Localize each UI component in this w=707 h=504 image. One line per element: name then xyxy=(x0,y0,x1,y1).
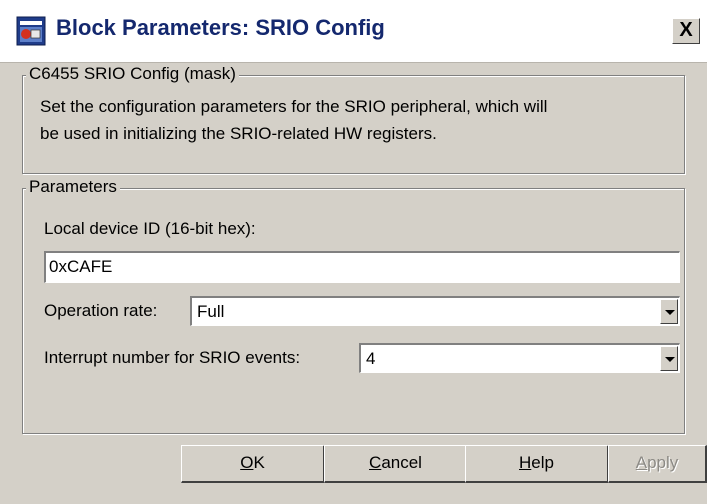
device-id-field[interactable]: 0xCAFE xyxy=(44,251,680,283)
interrupt-number-value: 4 xyxy=(366,349,376,368)
mask-description-group: C6455 SRIO Config (mask) Set the configu… xyxy=(22,64,685,174)
ok-button[interactable]: OK xyxy=(181,445,325,483)
help-button[interactable]: Help xyxy=(465,445,609,483)
interrupt-number-label: Interrupt number for SRIO events: xyxy=(44,348,301,367)
cancel-button[interactable]: Cancel xyxy=(324,445,468,483)
close-button[interactable]: X xyxy=(672,18,700,44)
interrupt-number-dropdown[interactable]: 4 xyxy=(359,343,680,373)
mask-group-title: C6455 SRIO Config (mask) xyxy=(26,64,239,84)
chevron-down-icon[interactable] xyxy=(660,299,678,324)
parameters-group: Parameters Local device ID (16-bit hex):… xyxy=(22,177,685,434)
window-title: Block Parameters: SRIO Config xyxy=(56,15,385,40)
simulink-block-icon xyxy=(16,16,46,46)
operation-rate-value: Full xyxy=(197,302,225,321)
description-line-1: Set the configuration parameters for the… xyxy=(40,97,548,116)
operation-rate-label: Operation rate: xyxy=(44,301,158,320)
mask-description: Set the configuration parameters for the… xyxy=(40,93,680,147)
description-line-2: be used in initializing the SRIO-related… xyxy=(40,124,437,143)
apply-button[interactable]: Apply xyxy=(608,445,707,483)
operation-rate-dropdown[interactable]: Full xyxy=(190,296,680,326)
title-bar[interactable]: Block Parameters: SRIO Config X xyxy=(0,0,707,63)
parameters-group-title: Parameters xyxy=(26,177,120,197)
chevron-down-icon[interactable] xyxy=(660,346,678,371)
block-parameters-dialog: Block Parameters: SRIO Config X C6455 SR… xyxy=(0,0,707,504)
device-id-label: Local device ID (16-bit hex): xyxy=(44,219,256,238)
